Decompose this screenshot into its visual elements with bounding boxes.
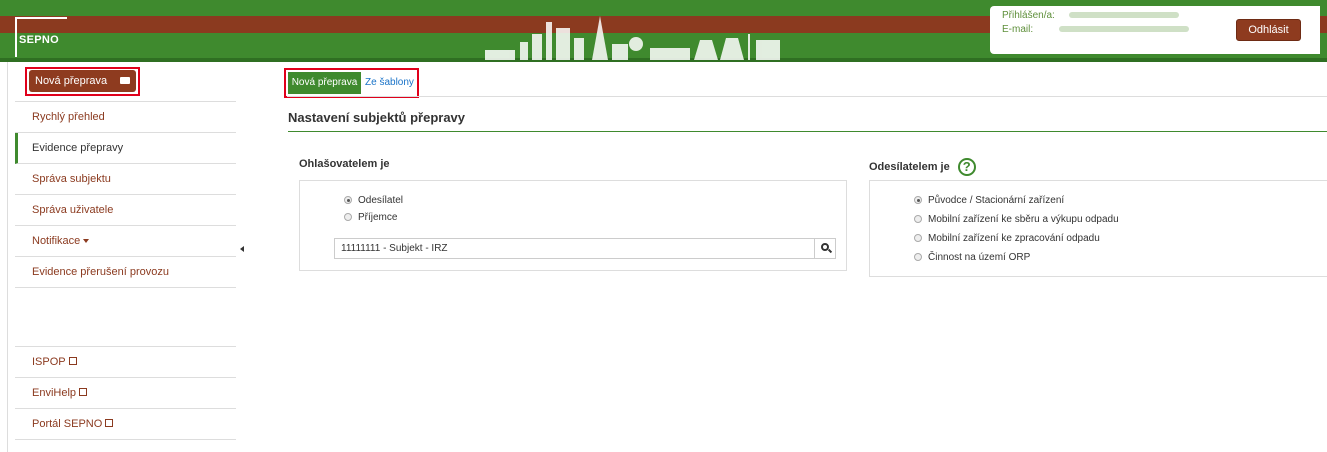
tab-from-template[interactable]: Ze šablony (365, 72, 419, 94)
sidebar: Nová přeprava Rychlý přehled Evidence př… (15, 62, 236, 452)
help-icon[interactable]: ? (957, 158, 976, 176)
page-title: Nastavení subjektů přepravy (288, 110, 466, 125)
radio-sender-label: Odesílatel (358, 195, 404, 206)
reporter-title: Ohlašovatelem je (299, 158, 390, 170)
radio-producer-label: Původce / Stacionární zařízení (928, 195, 1065, 206)
sidebar-menu: Rychlý přehled Evidence přepravy Správa … (15, 101, 236, 288)
notifications-label: Notifikace (32, 235, 81, 247)
email-row: E-mail: (1002, 24, 1190, 35)
logged-user-row: Přihlášen/a: (1002, 10, 1179, 21)
external-link-icon (105, 419, 114, 427)
user-info-box: Přihlášen/a: E-mail: Odhlásit (990, 6, 1320, 54)
sidebar-collapse-arrow-icon[interactable] (240, 246, 244, 252)
logout-button[interactable]: Odhlásit (1236, 19, 1301, 41)
radio-unselected-icon (914, 215, 922, 223)
new-transport-button[interactable]: Nová přeprava (29, 70, 136, 92)
sender-panel: Původce / Stacionární zařízení Mobilní z… (869, 180, 1327, 277)
left-border (7, 62, 8, 452)
radio-orp-activity[interactable]: Činnost na území ORP (914, 252, 1030, 263)
radio-orp-activity-label: Činnost na území ORP (928, 252, 1031, 263)
radio-unselected-icon (914, 234, 922, 242)
radio-unselected-icon (914, 253, 922, 261)
sidebar-item-subject-management[interactable]: Správa subjektu (15, 164, 236, 195)
logged-user-value-redacted (1068, 12, 1179, 19)
subject-search-field[interactable]: 11111111 - Subjekt - IRZ (334, 238, 836, 259)
external-link-icon (68, 357, 77, 365)
sender-title-row: Odesílatelem je? (869, 158, 976, 176)
portal-sepno-label: Portál SEPNO (32, 418, 103, 430)
sidebar-link-portal-sepno[interactable]: Portál SEPNO (15, 409, 236, 440)
logo-text: SEPNO (19, 34, 60, 46)
radio-selected-icon (344, 196, 352, 204)
sidebar-link-ispop[interactable]: ISPOP (15, 347, 236, 378)
reporter-panel: Odesílatel Příjemce 11111111 - Subjekt -… (299, 180, 847, 271)
email-label: E-mail: (1002, 24, 1034, 35)
radio-producer[interactable]: Původce / Stacionární zařízení (914, 195, 1064, 206)
sidebar-item-user-management[interactable]: Správa uživatele (15, 195, 236, 226)
industry-skyline-illustration (485, 16, 780, 60)
truck-icon (120, 77, 130, 84)
envihelp-label: EnviHelp (32, 387, 77, 399)
radio-mobile-processing-label: Mobilní zařízení ke zpracování odpadu (928, 233, 1100, 244)
tab-new-transport[interactable]: Nová přeprava (288, 72, 361, 94)
sidebar-item-quick-overview[interactable]: Rychlý přehled (15, 102, 236, 133)
radio-mobile-collection[interactable]: Mobilní zařízení ke sběru a výkupu odpad… (914, 214, 1119, 225)
caret-down-icon (83, 239, 90, 244)
sidebar-external-links: ISPOP EnviHelp Portál SEPNO (15, 346, 236, 440)
radio-mobile-collection-label: Mobilní zařízení ke sběru a výkupu odpad… (928, 214, 1119, 225)
radio-recipient[interactable]: Příjemce (344, 212, 397, 223)
radio-recipient-label: Příjemce (358, 212, 398, 223)
sender-title: Odesílatelem je (869, 160, 950, 173)
email-value-redacted (1059, 26, 1190, 33)
logged-user-label: Přihlášen/a: (1002, 10, 1055, 21)
new-transport-label: Nová přeprava (35, 75, 108, 87)
sidebar-item-notifications[interactable]: Notifikace (15, 226, 236, 257)
external-link-icon (79, 388, 88, 396)
app-header: SEPNO Přihlášen/a: E-mail: Odhlásit (0, 0, 1327, 62)
radio-mobile-processing[interactable]: Mobilní zařízení ke zpracování odpadu (914, 233, 1100, 244)
search-button[interactable] (814, 239, 835, 258)
sidebar-link-envihelp[interactable]: EnviHelp (15, 378, 236, 409)
title-underline (288, 131, 1327, 132)
radio-sender[interactable]: Odesílatel (344, 195, 403, 206)
radio-selected-icon (914, 196, 922, 204)
sepno-logo[interactable]: SEPNO (15, 17, 67, 57)
ispop-label: ISPOP (32, 356, 66, 368)
sidebar-item-operation-interruptions[interactable]: Evidence přerušení provozu (15, 257, 236, 288)
subject-search-value: 11111111 - Subjekt - IRZ (341, 243, 448, 254)
radio-unselected-icon (344, 213, 352, 221)
tab-bar-underline (287, 96, 1327, 97)
sidebar-item-transport-records[interactable]: Evidence přepravy (15, 133, 236, 164)
